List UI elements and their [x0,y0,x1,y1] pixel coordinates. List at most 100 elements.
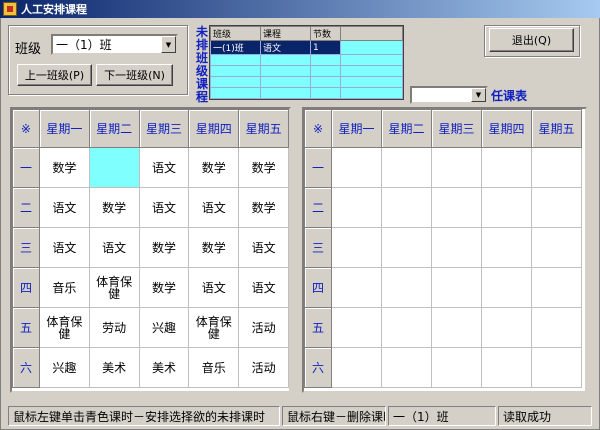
period-header: 五 [304,307,332,348]
exit-button[interactable]: 退出(Q) [489,28,574,52]
timetable-cell[interactable] [431,267,482,308]
period-header: 三 [304,227,332,268]
timetable-cell[interactable] [531,147,582,188]
unscheduled-label: 未 排 班 级 课 程 [195,25,208,104]
corner-cell: ※ [304,109,332,148]
timetable-cell[interactable] [431,307,482,348]
table-row[interactable] [210,87,403,99]
day-header: 星期四 [188,109,240,148]
timetable-cell[interactable]: 语文 [238,267,289,308]
class-combo-value: 一（1）班 [56,38,112,52]
chevron-down-icon[interactable]: ▼ [161,36,176,53]
timetable-cell[interactable] [481,267,532,308]
timetable-cell[interactable] [381,307,432,348]
title-bar: 人工安排课程 [0,0,600,18]
timetable-cell[interactable]: 美术 [88,347,140,388]
timetable-cell[interactable] [331,347,382,388]
timetable-cell[interactable]: 兴趣 [38,347,90,388]
timetable-cell[interactable]: 语文 [188,187,240,228]
day-header: 星期五 [238,109,289,148]
timetable-cell[interactable] [481,307,532,348]
timetable-cell[interactable] [431,347,482,388]
timetable-cell[interactable]: 活动 [238,307,289,348]
chevron-down-icon[interactable]: ▼ [471,88,486,102]
col-header-class[interactable]: 班级 [210,26,261,41]
corner-cell: ※ [12,109,40,148]
timetable-cell[interactable] [531,227,582,268]
teacher-timetable: ※ 星期一 星期二 星期三 星期四 星期五 一 二 三 四 五 六 [302,107,587,393]
timetable-cell[interactable]: 语文 [38,187,90,228]
timetable-cell[interactable]: 数学 [138,227,190,268]
table-row[interactable]: 一(1)班 语文 1 [210,40,403,55]
table-row[interactable] [210,54,403,66]
timetable-cell[interactable]: 数学 [238,147,289,188]
status-current-class: 一（1）班 [388,406,496,426]
timetable-cell[interactable]: 数学 [188,227,240,268]
timetable-cell[interactable] [531,187,582,228]
day-header: 星期五 [531,109,582,148]
timetable-cell[interactable] [481,187,532,228]
status-message: 读取成功 [498,406,592,426]
timetable-cell[interactable]: 语文 [138,147,190,188]
table-row[interactable] [210,65,403,77]
period-header: 三 [12,227,40,268]
timetable-cell[interactable] [431,147,482,188]
table-row[interactable] [210,76,403,88]
timetable-cell[interactable]: 数学 [88,187,140,228]
class-timetable: ※ 星期一 星期二 星期三 星期四 星期五 一 数学 语文 数学 数学 二 语文… [10,107,291,393]
teacher-combo[interactable]: ▼ [410,86,488,104]
period-header: 四 [304,267,332,308]
timetable-cell[interactable] [88,147,140,188]
next-class-button[interactable]: 下一班级(N) [96,64,173,86]
timetable-cell[interactable] [381,347,432,388]
timetable-cell[interactable] [481,147,532,188]
timetable-cell[interactable] [331,307,382,348]
timetable-cell[interactable] [431,187,482,228]
class-label: 班级 [15,42,42,57]
timetable-cell[interactable]: 数学 [238,187,289,228]
timetable-cell[interactable] [381,227,432,268]
unscheduled-grid[interactable]: 班级 课程 节数 一(1)班 语文 1 [209,25,404,100]
timetable-cell[interactable]: 活动 [238,347,289,388]
timetable-cell[interactable]: 数学 [38,147,90,188]
timetable-cell[interactable] [431,227,482,268]
timetable-cell[interactable] [381,267,432,308]
timetable-cell[interactable]: 美术 [138,347,190,388]
timetable-cell[interactable]: 体育保健 [38,307,90,348]
col-header-course[interactable]: 课程 [260,26,311,41]
timetable-cell[interactable] [531,267,582,308]
day-header: 星期一 [331,109,382,148]
day-header: 星期二 [88,109,140,148]
timetable-cell[interactable] [331,187,382,228]
timetable-cell[interactable]: 兴趣 [138,307,190,348]
timetable-cell[interactable] [381,187,432,228]
timetable-cell[interactable]: 音乐 [188,347,240,388]
timetable-cell[interactable]: 语文 [38,227,90,268]
day-header: 星期二 [381,109,432,148]
timetable-cell[interactable] [381,147,432,188]
period-header: 四 [12,267,40,308]
timetable-cell[interactable] [331,147,382,188]
timetable-cell[interactable] [481,347,532,388]
col-header-count[interactable]: 节数 [310,26,341,41]
timetable-cell[interactable]: 语文 [88,227,140,268]
timetable-cell[interactable]: 体育保健 [88,267,140,308]
timetable-cell[interactable] [481,227,532,268]
class-combo[interactable]: 一（1）班 ▼ [51,34,178,55]
timetable-cell[interactable]: 音乐 [38,267,90,308]
timetable-cell[interactable]: 数学 [138,267,190,308]
app-icon [3,2,17,16]
prev-class-button[interactable]: 上一班级(P) [17,64,92,86]
table-row[interactable] [210,98,403,99]
timetable-cell[interactable]: 语文 [188,267,240,308]
timetable-cell[interactable] [331,227,382,268]
day-header: 星期四 [481,109,532,148]
timetable-cell[interactable]: 语文 [238,227,289,268]
timetable-cell[interactable] [531,307,582,348]
timetable-cell[interactable]: 数学 [188,147,240,188]
timetable-cell[interactable]: 劳动 [88,307,140,348]
timetable-cell[interactable] [331,267,382,308]
timetable-cell[interactable] [531,347,582,388]
timetable-cell[interactable]: 语文 [138,187,190,228]
timetable-cell[interactable]: 体育保健 [188,307,240,348]
